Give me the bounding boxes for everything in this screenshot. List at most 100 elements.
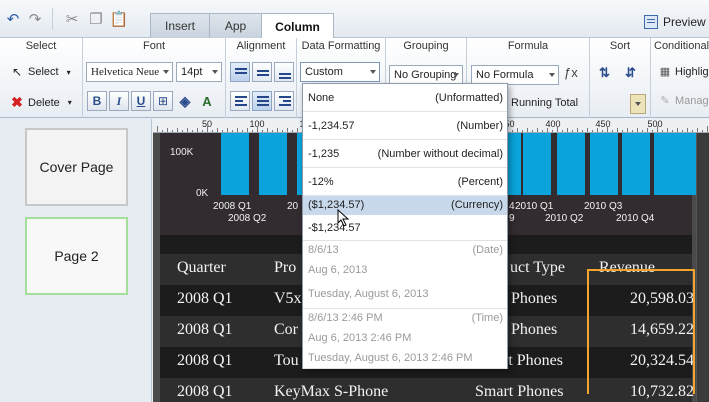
ruler-tick [622, 130, 623, 132]
redo-icon[interactable]: ↷ [25, 9, 45, 29]
format-option[interactable]: -$1,234.57 [303, 215, 507, 241]
ruler-tick [552, 130, 553, 132]
data-format-value: Custom [305, 66, 343, 78]
page-thumb-label: Cover Page [39, 159, 114, 175]
preview-button[interactable]: Preview [644, 11, 706, 33]
y-tick-label: 0K [196, 188, 209, 199]
border-icon[interactable]: ⊞ [153, 91, 173, 111]
ruler-tick [267, 128, 268, 132]
format-option[interactable]: None (Unformatted) [303, 84, 507, 112]
toolbar-divider [52, 8, 53, 30]
cell-product-type[interactable]: rt Phones [503, 352, 563, 370]
format-option-type: (Percent) [457, 176, 503, 188]
col-header-quarter[interactable]: Quarter [177, 259, 226, 277]
ruler-tick [177, 128, 178, 132]
fill-color-icon[interactable]: ◈ [175, 91, 195, 111]
x-tick-label: 4 [509, 201, 515, 212]
font-color-icon[interactable]: A [197, 91, 217, 111]
tab-column[interactable]: Column [261, 13, 334, 39]
page-thumb-2[interactable]: Page 2 [25, 217, 128, 295]
select-button[interactable]: ↖ Select ▾ [10, 65, 71, 79]
col-header-product[interactable]: Pro [274, 259, 296, 277]
running-total-label[interactable]: Running Total [511, 97, 578, 109]
align-right-button[interactable] [274, 91, 294, 111]
highlight-button[interactable]: ▦ Highlight [658, 65, 709, 79]
italic-button[interactable]: I [109, 91, 129, 111]
align-middle-button[interactable] [252, 62, 272, 82]
undo-icon[interactable]: ↶ [3, 9, 23, 29]
cell-product[interactable]: V5x [274, 290, 302, 308]
col-header-product-type[interactable]: uct Type [510, 259, 565, 277]
chart-bar[interactable] [259, 133, 287, 195]
cell-product-type[interactable]: Phones [511, 290, 557, 308]
vertical-scrollbar[interactable] [696, 133, 709, 402]
align-top-button[interactable] [230, 62, 250, 82]
ruler-tick [602, 130, 603, 132]
align-left-button[interactable] [230, 91, 250, 111]
cell-quarter[interactable]: 2008 Q1 [177, 321, 233, 339]
cell-product[interactable]: Cor [274, 321, 298, 339]
cell-product[interactable]: Tou [274, 352, 299, 370]
data-format-select[interactable]: Custom [300, 62, 380, 82]
ruler-tick [157, 126, 158, 132]
cell-quarter[interactable]: 2008 Q1 [177, 290, 233, 308]
cell-product-type[interactable]: Phones [511, 321, 557, 339]
manage-button[interactable]: ✎ Manage [658, 94, 709, 108]
format-option-sample: Aug 6, 2013 2:46 PM [308, 332, 412, 344]
page-thumb-cover[interactable]: Cover Page [25, 128, 128, 206]
format-option[interactable]: 8/6/13 2:46 PM (Time) [303, 309, 507, 328]
format-option-sample: -1,234.57 [308, 120, 355, 132]
chart-bar[interactable] [622, 133, 650, 195]
sort-descending-icon[interactable]: ⇵ [625, 65, 636, 81]
tab-app[interactable]: App [209, 13, 262, 38]
formula-select[interactable]: No Formula [471, 65, 559, 85]
font-family-select[interactable]: Helvetica Neue [86, 62, 173, 82]
ruler-tick [637, 128, 638, 132]
format-option-sample: 8/6/13 [308, 244, 339, 256]
delete-button[interactable]: ✖ Delete ▾ [10, 94, 72, 111]
align-bottom-button[interactable] [274, 62, 294, 82]
format-option[interactable]: -1,235 (Number without decimal) [303, 140, 507, 168]
ruler-tick [172, 130, 173, 132]
font-size-select[interactable]: 14pt [176, 62, 222, 82]
format-option[interactable]: Aug 6, 2013 [303, 260, 507, 280]
paste-icon[interactable]: 📋 [109, 9, 129, 29]
copy-icon[interactable]: ❐ [86, 9, 106, 29]
format-option-sample: Aug 6, 2013 [308, 264, 368, 276]
chart-bar[interactable] [523, 133, 551, 195]
formula-editor-icon[interactable]: ƒx [564, 65, 578, 80]
bold-button[interactable]: B [87, 91, 107, 111]
format-option-type: (Number without decimal) [377, 148, 503, 160]
data-format-dropdown: None (Unformatted) -1,234.57 (Number) -1,235… [302, 83, 508, 369]
format-option[interactable]: 8/6/13 (Date) [303, 241, 507, 260]
ruler-tick [592, 130, 593, 132]
format-option[interactable]: Tuesday, August 6, 2013 2:46 PM [303, 348, 507, 369]
format-option[interactable]: -1,234.57 (Number) [303, 112, 507, 140]
format-option[interactable]: Aug 6, 2013 2:46 PM [303, 328, 507, 348]
format-option[interactable]: ($1,234.57) (Currency) [303, 196, 507, 215]
cut-icon[interactable]: ✂ [62, 9, 82, 29]
tab-insert[interactable]: Insert [150, 13, 210, 38]
ruler-tick [682, 130, 683, 132]
ruler-tick [292, 130, 293, 132]
sort-ascending-icon[interactable]: ⇅ [599, 65, 610, 81]
ruler-tick [687, 128, 688, 132]
ruler-tick [512, 130, 513, 132]
cell-product[interactable]: KeyMax S-Phone [274, 383, 388, 401]
sort-dropdown-button[interactable] [630, 94, 646, 114]
page-thumb-label: Page 2 [54, 248, 99, 264]
chart-bar[interactable] [654, 133, 682, 195]
format-option[interactable]: Tuesday, August 6, 2013 [303, 280, 507, 309]
cell-product-type[interactable]: Smart Phones [475, 383, 563, 401]
chart-bar[interactable] [557, 133, 585, 195]
underline-button[interactable]: U [131, 91, 151, 111]
align-center-button[interactable] [252, 91, 272, 111]
cell-quarter[interactable]: 2008 Q1 [177, 383, 233, 401]
format-option[interactable]: -12% (Percent) [303, 168, 507, 196]
x-tick-label: 2008 Q1 [213, 201, 252, 212]
cell-quarter[interactable]: 2008 Q1 [177, 352, 233, 370]
chart-bar[interactable] [221, 133, 249, 195]
x-tick-label: 2010 Q2 [545, 213, 584, 224]
grouping-select[interactable]: No Grouping [389, 65, 463, 85]
chart-bar[interactable] [590, 133, 618, 195]
